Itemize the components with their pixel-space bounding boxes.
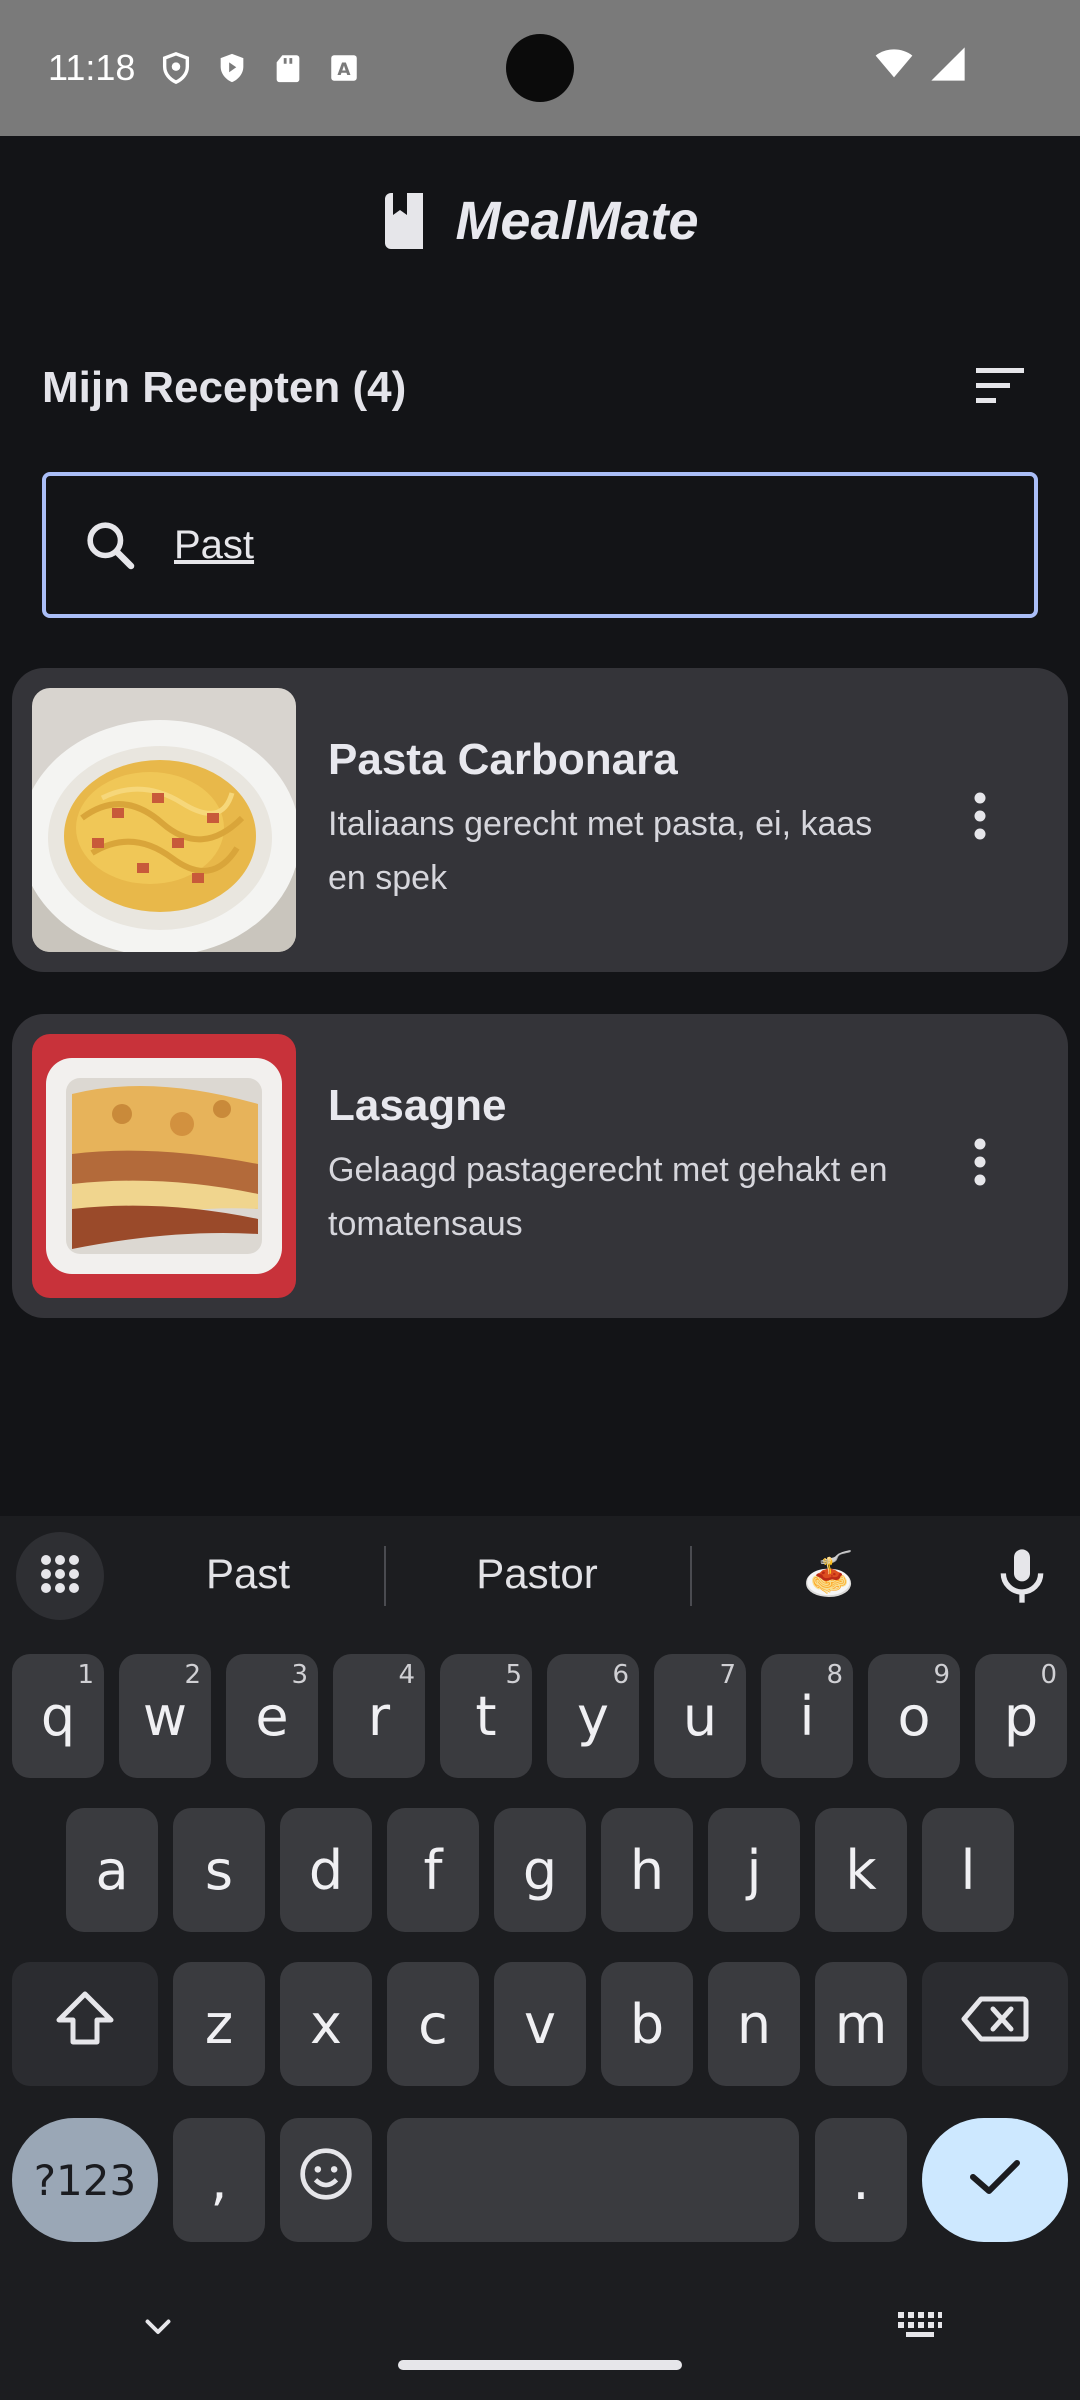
search-icon — [82, 517, 138, 573]
hide-keyboard-icon[interactable] — [140, 2308, 176, 2349]
home-indicator[interactable] — [398, 2360, 682, 2370]
shift-icon — [55, 1990, 115, 2059]
key-m[interactable]: m — [815, 1962, 907, 2086]
enter-key[interactable] — [922, 2118, 1068, 2242]
recipe-card[interactable]: Lasagne Gelaagd pastagerecht met gehakt … — [12, 1014, 1068, 1318]
recipe-title: Lasagne — [328, 1081, 507, 1130]
wifi-icon — [874, 44, 914, 89]
key-b[interactable]: b — [601, 1962, 693, 2086]
key-a[interactable]: a — [66, 1808, 158, 1932]
key-n[interactable]: n — [708, 1962, 800, 2086]
key-j[interactable]: j — [708, 1808, 800, 1932]
navigation-bar — [0, 2288, 1080, 2400]
camera-cutout — [506, 34, 574, 102]
shift-key[interactable] — [12, 1962, 158, 2086]
key-y[interactable]: y6 — [547, 1654, 639, 1778]
symbols-key[interactable]: ?123 — [12, 2118, 158, 2242]
backspace-icon — [961, 1993, 1029, 2056]
recipe-menu-button[interactable] — [948, 1132, 1012, 1196]
on-screen-keyboard: Past Pastor 🍝 q1 w2 e3 r4 t5 y6 u7 i8 o9… — [0, 1516, 1080, 2400]
key-k[interactable]: k — [815, 1808, 907, 1932]
recipe-description: Gelaagd pastagerecht met gehakt en tomat… — [328, 1151, 888, 1243]
key-f[interactable]: f — [387, 1808, 479, 1932]
sd-card-icon — [271, 51, 305, 85]
key-w[interactable]: w2 — [119, 1654, 211, 1778]
sort-button[interactable] — [962, 350, 1038, 426]
comma-key[interactable]: , — [173, 2118, 265, 2242]
suggestion-divider — [384, 1546, 386, 1606]
sort-icon — [974, 366, 1026, 411]
emoji-icon — [298, 2146, 354, 2215]
key-r[interactable]: r4 — [333, 1654, 425, 1778]
keyboard-switch-icon[interactable] — [896, 2308, 944, 2349]
backspace-key[interactable] — [922, 1962, 1068, 2086]
key-g[interactable]: g — [494, 1808, 586, 1932]
key-i[interactable]: i8 — [761, 1654, 853, 1778]
app-title: MealMate — [455, 191, 699, 251]
key-c[interactable]: c — [387, 1962, 479, 2086]
suggestion-3[interactable]: 🍝 — [706, 1536, 952, 1612]
check-icon — [967, 2149, 1023, 2212]
suggestion-2[interactable]: Pastor — [400, 1536, 674, 1612]
recipe-image-lasagne — [32, 1034, 296, 1298]
page-title: Mijn Recepten (4) — [42, 363, 407, 412]
suggestion-1[interactable]: Past — [128, 1536, 368, 1612]
key-z[interactable]: z — [173, 1962, 265, 2086]
mic-icon — [990, 1549, 1054, 1612]
key-s[interactable]: s — [173, 1808, 265, 1932]
search-field[interactable] — [42, 472, 1038, 618]
a-box-icon: A — [327, 51, 361, 85]
app-header: MealMate — [0, 136, 1080, 306]
space-key[interactable] — [387, 2118, 799, 2242]
recipe-title: Pasta Carbonara — [328, 735, 678, 784]
emoji-key[interactable] — [280, 2118, 372, 2242]
status-time: 11:18 — [48, 47, 136, 88]
status-bar: 11:18 A — [0, 0, 1080, 136]
key-v[interactable]: v — [494, 1962, 586, 2086]
book-icon — [381, 193, 427, 249]
recipe-menu-button[interactable] — [948, 786, 1012, 850]
shield-icon — [159, 51, 193, 85]
svg-text:A: A — [338, 60, 352, 80]
recipe-image-pasta-carbonara — [32, 688, 296, 952]
mic-button[interactable] — [990, 1544, 1054, 1608]
keyboard-apps-button[interactable] — [16, 1532, 104, 1620]
key-e[interactable]: e3 — [226, 1654, 318, 1778]
more-vert-icon — [972, 1138, 988, 1191]
recipe-card[interactable]: Pasta Carbonara Italiaans gerecht met pa… — [12, 668, 1068, 972]
key-x[interactable]: x — [280, 1962, 372, 2086]
key-p[interactable]: p0 — [975, 1654, 1067, 1778]
key-u[interactable]: u7 — [654, 1654, 746, 1778]
key-t[interactable]: t5 — [440, 1654, 532, 1778]
signal-icon — [928, 44, 968, 89]
grid-icon — [38, 1552, 82, 1601]
key-q[interactable]: q1 — [12, 1654, 104, 1778]
play-protect-icon — [215, 51, 249, 85]
more-vert-icon — [972, 792, 988, 845]
suggestion-divider — [690, 1546, 692, 1606]
period-key[interactable]: . — [815, 2118, 907, 2242]
recipes-header: Mijn Recepten (4) — [42, 350, 1038, 426]
key-o[interactable]: o9 — [868, 1654, 960, 1778]
suggestion-bar: Past Pastor 🍝 — [0, 1516, 1080, 1632]
key-l[interactable]: l — [922, 1808, 1014, 1932]
recipe-description: Italiaans gerecht met pasta, ei, kaas en… — [328, 805, 873, 897]
key-d[interactable]: d — [280, 1808, 372, 1932]
search-input[interactable] — [174, 522, 934, 568]
key-h[interactable]: h — [601, 1808, 693, 1932]
